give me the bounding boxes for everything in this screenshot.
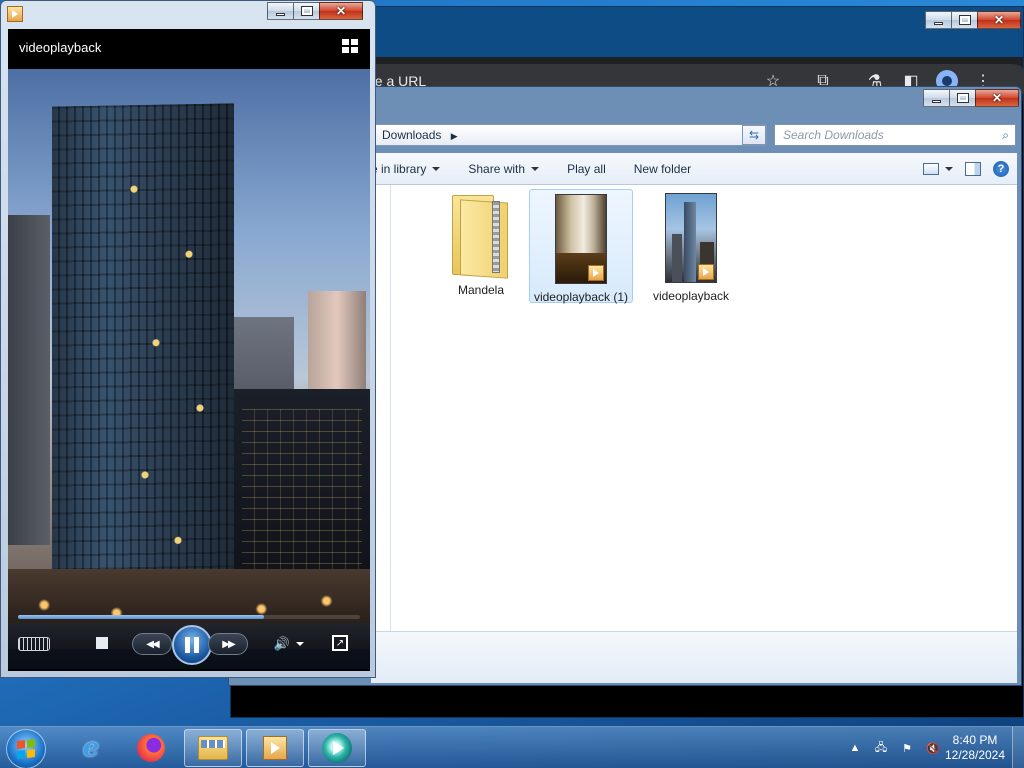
share-with-menu[interactable]: Share with [454, 153, 553, 184]
explorer-minimize-button[interactable] [923, 89, 949, 107]
chrome-close-button[interactable]: ✕ [977, 11, 1021, 29]
play-badge-icon [588, 265, 604, 281]
system-tray: ▲ 🖧 ⚑ 🔇 [846, 727, 950, 768]
video-stage[interactable]: videoplayback ◀◀ ▶▶ 🔊 ↗ [8, 29, 370, 671]
command-bar: e in library Share with Play all New fol… [371, 153, 1017, 185]
search-input[interactable]: Search Downloads ⌕ [774, 124, 1016, 146]
explorer-close-button[interactable]: ✕ [975, 89, 1019, 107]
player-close-button[interactable]: ✕ [319, 2, 363, 20]
file-item-videoplayback[interactable]: videoplayback [639, 189, 743, 303]
player-caption-buttons: ✕ [267, 2, 363, 20]
media-player-window: ✕ videoplayback ◀◀ ▶▶ 🔊 ↗ [0, 0, 376, 678]
explorer-caption-buttons: ✕ [923, 89, 1019, 107]
taskbar-firefox[interactable] [122, 729, 180, 767]
chevron-down-icon [945, 166, 953, 171]
file-item-mandela[interactable]: Mandela [429, 191, 533, 297]
fullscreen-button[interactable]: ↗ [332, 635, 348, 651]
play-all-button[interactable]: Play all [553, 153, 620, 184]
next-button[interactable]: ▶▶ [208, 633, 248, 655]
file-name: Mandela [457, 283, 505, 297]
search-placeholder: Search Downloads [783, 128, 884, 142]
building [52, 103, 234, 627]
start-button[interactable] [6, 729, 46, 768]
share-with-label: Share with [468, 161, 526, 176]
chrome-minimize-button[interactable] [925, 11, 951, 29]
pause-icon [185, 637, 199, 653]
clock-time: 8:40 PM [952, 733, 998, 747]
player-controls: ◀◀ ▶▶ 🔊 ↗ [8, 623, 370, 669]
explorer-maximize-button[interactable] [949, 89, 975, 107]
seek-bar[interactable] [18, 615, 360, 619]
search-icon[interactable]: ⌕ [1002, 128, 1009, 143]
chevron-down-icon [531, 166, 540, 171]
firefox-icon [137, 734, 165, 762]
previous-button[interactable]: ◀◀ [132, 633, 172, 655]
shuffle-button[interactable] [18, 637, 50, 651]
new-folder-label: New folder [633, 161, 692, 176]
breadcrumb-arrow-icon[interactable]: ▶ [451, 131, 458, 141]
show-hidden-icons-icon[interactable]: ▲ [846, 739, 864, 757]
seek-progress [18, 615, 265, 619]
address-bar[interactable]: Downloads ▶ [371, 124, 767, 146]
media-center-icon [322, 733, 352, 763]
volume-button[interactable]: 🔊 [272, 635, 306, 653]
include-in-library-label: e in library [371, 161, 427, 176]
taskbar: e ▲ 🖧 ⚑ 🔇 8:40 PM 12/28/2024 [0, 726, 1024, 768]
pause-button[interactable] [172, 625, 212, 665]
clock[interactable]: 8:40 PM 12/28/2024 [940, 733, 1010, 763]
player-maximize-button[interactable] [293, 2, 319, 20]
video-thumbnail-icon [665, 193, 717, 283]
video-title: videoplayback [19, 40, 102, 55]
file-item-videoplayback-1[interactable]: videoplayback (1) [529, 189, 633, 304]
ie-icon: e [82, 733, 100, 763]
breadcrumb[interactable]: Downloads [382, 128, 441, 142]
details-pane [371, 631, 1017, 683]
stop-button[interactable] [96, 637, 108, 649]
network-icon[interactable]: 🖧 [872, 739, 890, 757]
windows-logo-icon [17, 739, 35, 759]
media-player-icon [263, 736, 287, 760]
taskbar-media-player[interactable] [246, 729, 304, 767]
taskbar-explorer[interactable] [184, 729, 242, 767]
file-name: videoplayback (1) [533, 290, 629, 304]
refresh-button[interactable]: ⇆ [742, 125, 766, 145]
chrome-maximize-button[interactable] [951, 11, 977, 29]
view-icon [923, 162, 939, 175]
media-player-icon [7, 6, 23, 22]
clock-date: 12/28/2024 [944, 748, 1006, 762]
taskbar-ie[interactable]: e [62, 729, 120, 767]
file-name: videoplayback [652, 289, 730, 303]
video-thumbnail-icon [555, 194, 607, 284]
show-desktop-button[interactable] [1012, 727, 1024, 768]
chevron-down-icon [296, 642, 305, 646]
explorer-icon [198, 736, 228, 760]
player-minimize-button[interactable] [267, 2, 293, 20]
chrome-caption-buttons: ✕ [925, 11, 1021, 29]
speaker-icon: 🔊 [273, 636, 291, 651]
include-in-library-menu[interactable]: e in library [371, 153, 454, 184]
new-folder-button[interactable]: New folder [620, 153, 705, 184]
preview-pane-icon[interactable] [965, 161, 981, 176]
file-list: Mandela videoplayback (1) videoplayback [391, 185, 1017, 631]
taskbar-media-center[interactable] [308, 729, 366, 767]
chevron-down-icon [432, 166, 441, 171]
help-icon[interactable]: ? [993, 160, 1009, 177]
action-center-flag-icon[interactable]: ⚑ [898, 739, 916, 757]
switch-to-library-icon[interactable] [342, 39, 358, 53]
play-badge-icon [698, 264, 714, 280]
change-view-button[interactable] [923, 162, 953, 175]
building [8, 215, 50, 545]
play-all-label: Play all [567, 161, 606, 176]
zip-folder-icon [452, 195, 510, 279]
